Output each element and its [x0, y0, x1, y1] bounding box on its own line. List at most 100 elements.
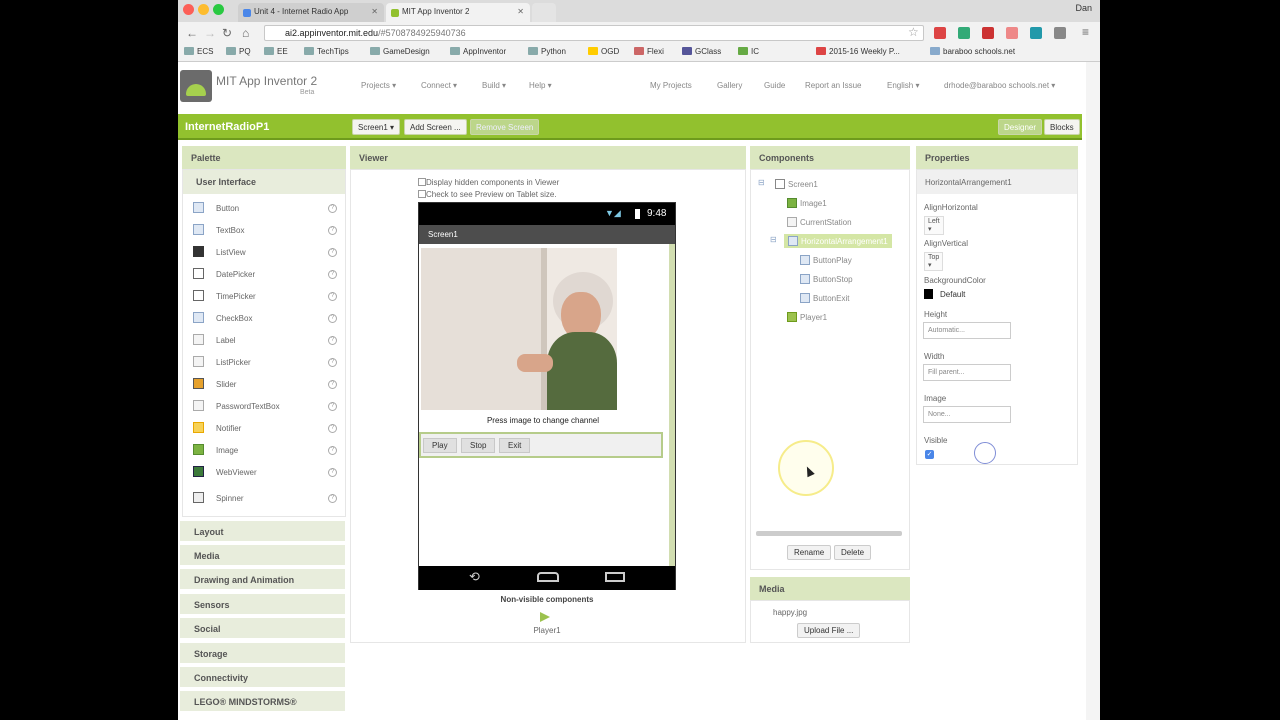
nav-gallery[interactable]: Gallery	[717, 81, 742, 90]
menu-help[interactable]: Help ▾	[529, 81, 552, 90]
browser-tab-active[interactable]: MIT App Inventor 2 ✕	[386, 3, 530, 22]
rename-button[interactable]: Rename	[787, 545, 832, 560]
palette-category-drawing-animation[interactable]: Drawing and Animation	[180, 569, 345, 591]
palette-category-media[interactable]: Media	[180, 545, 345, 567]
extension-icon[interactable]	[1054, 27, 1066, 39]
exit-button[interactable]: Exit	[499, 438, 531, 453]
palette-item-label[interactable]: Label?	[193, 334, 343, 350]
minimize-window-button[interactable]	[198, 4, 209, 15]
tree-screen1[interactable]: Screen1	[775, 179, 818, 189]
components-scrollbar[interactable]	[756, 531, 902, 536]
stop-button[interactable]: Stop	[461, 438, 496, 453]
bookmark[interactable]: Python	[528, 47, 566, 56]
play-button[interactable]: Play	[423, 438, 457, 453]
tree-buttonstop[interactable]: ButtonStop	[800, 274, 853, 284]
prop-image-input[interactable]: None...	[923, 406, 1011, 423]
address-bar[interactable]: ai2.appinventor.mit.edu/#570878492594073…	[264, 25, 924, 41]
back-nav-icon[interactable]: ⟲	[469, 569, 480, 585]
forward-icon[interactable]: →	[204, 26, 216, 40]
palette-item-textbox[interactable]: TextBox?	[193, 224, 343, 240]
nav-report-issue[interactable]: Report an Issue	[805, 81, 861, 90]
add-screen-button[interactable]: Add Screen ...	[404, 119, 467, 135]
tree-image1[interactable]: Image1	[787, 198, 827, 208]
palette-category-layout[interactable]: Layout	[180, 521, 345, 543]
home-nav-icon[interactable]	[537, 572, 559, 582]
bookmark[interactable]: GClass	[682, 47, 721, 56]
palette-item-button[interactable]: Button?	[193, 202, 343, 218]
tree-buttonexit[interactable]: ButtonExit	[800, 293, 849, 303]
tree-buttonplay[interactable]: ButtonPlay	[800, 255, 852, 265]
palette-category-sensors[interactable]: Sensors	[180, 594, 345, 616]
close-tab-icon[interactable]: ✕	[517, 7, 524, 16]
prop-alignhorizontal-select[interactable]: Left ▾	[924, 216, 944, 235]
new-tab-button[interactable]	[532, 3, 556, 22]
bookmark[interactable]: AppInventor	[450, 47, 506, 56]
extension-icon[interactable]	[958, 27, 970, 39]
upload-file-button[interactable]: Upload File ...	[797, 623, 861, 638]
palette-item-image[interactable]: Image?	[193, 444, 343, 460]
menu-projects[interactable]: Projects ▾	[361, 81, 396, 90]
screen-select[interactable]: Screen1 ▾	[352, 119, 401, 135]
bookmark[interactable]: OGD	[588, 47, 619, 56]
menu-icon[interactable]: ≡	[1082, 25, 1089, 39]
tablet-preview-checkbox[interactable]: Check to see Preview on Tablet size.	[418, 190, 557, 199]
prop-height-input[interactable]: Automatic...	[923, 322, 1011, 339]
bookmark[interactable]: TechTips	[304, 47, 349, 56]
palette-item-datepicker[interactable]: DatePicker?	[193, 268, 343, 284]
recents-nav-icon[interactable]	[605, 572, 625, 582]
blocks-button[interactable]: Blocks	[1044, 119, 1080, 135]
palette-category-connectivity[interactable]: Connectivity	[180, 667, 345, 689]
palette-item-webviewer[interactable]: WebViewer?	[193, 466, 343, 482]
palette-item-passwordtextbox[interactable]: PasswordTextBox?	[193, 400, 343, 416]
close-window-button[interactable]	[183, 4, 194, 15]
bookmark[interactable]: Flexi	[634, 47, 664, 56]
palette-item-listpicker[interactable]: ListPicker?	[193, 356, 343, 372]
palette-category-social[interactable]: Social	[180, 618, 345, 640]
prop-alignvertical-select[interactable]: Top ▾	[924, 252, 944, 271]
remove-screen-button[interactable]: Remove Screen	[470, 119, 540, 135]
star-icon[interactable]: ☆	[908, 25, 919, 39]
tree-currentstation[interactable]: CurrentStation	[787, 217, 852, 227]
browser-tab[interactable]: Unit 4 - Internet Radio App ✕	[238, 3, 384, 22]
bookmark[interactable]: PQ	[226, 47, 251, 56]
close-tab-icon[interactable]: ✕	[371, 7, 378, 16]
delete-button[interactable]: Delete	[834, 545, 872, 560]
image1-component[interactable]	[421, 248, 617, 410]
palette-category-lego[interactable]: LEGO® MINDSTORMS®	[180, 691, 345, 713]
bookmark[interactable]: baraboo schools.net	[930, 47, 1015, 56]
prop-width-input[interactable]: Fill parent...	[923, 364, 1011, 381]
menu-build[interactable]: Build ▾	[482, 81, 506, 90]
palette-item-slider[interactable]: Slider?	[193, 378, 343, 394]
palette-category-storage[interactable]: Storage	[180, 643, 345, 665]
shield-icon[interactable]	[982, 27, 994, 39]
prop-backgroundcolor-value[interactable]: Default	[940, 290, 965, 299]
app-inventor-logo-icon[interactable]	[180, 70, 212, 102]
profile-name[interactable]: Dan	[1075, 3, 1092, 13]
designer-button[interactable]: Designer	[998, 119, 1043, 135]
extension-icon[interactable]	[1006, 27, 1018, 39]
page-scrollbar[interactable]	[1086, 62, 1100, 720]
collapse-toggle-icon[interactable]: ⊟	[758, 178, 765, 187]
bookmark[interactable]: 2015-16 Weekly P...	[816, 47, 900, 56]
palette-item-checkbox[interactable]: CheckBox?	[193, 312, 343, 328]
palette-item-timepicker[interactable]: TimePicker?	[193, 290, 343, 306]
tree-horizontalarrangement1-selected[interactable]: HorizontalArrangement1	[784, 234, 892, 248]
display-hidden-checkbox[interactable]: Display hidden components in Viewer	[418, 178, 559, 187]
palette-item-listview[interactable]: ListView?	[193, 246, 343, 262]
nav-guide[interactable]: Guide	[764, 81, 785, 90]
bookmark[interactable]: ECS	[184, 47, 213, 56]
gmail-icon[interactable]	[934, 27, 946, 39]
color-swatch[interactable]	[924, 289, 933, 299]
bookmark[interactable]: IC	[738, 47, 759, 56]
maximize-window-button[interactable]	[213, 4, 224, 15]
language-menu[interactable]: English ▾	[887, 81, 919, 90]
account-menu[interactable]: drhode@baraboo schools.net ▾	[944, 81, 1055, 90]
horizontal-arrangement1[interactable]: Play Stop Exit	[419, 432, 663, 458]
collapse-toggle-icon[interactable]: ⊟	[770, 235, 777, 244]
reload-icon[interactable]: ↻	[222, 26, 232, 40]
nav-my-projects[interactable]: My Projects	[650, 81, 692, 90]
phone-scrollbar[interactable]	[669, 244, 675, 566]
media-file[interactable]: happy.jpg	[773, 608, 807, 617]
bookmark[interactable]: EE	[264, 47, 288, 56]
twitter-icon[interactable]	[1030, 27, 1042, 39]
